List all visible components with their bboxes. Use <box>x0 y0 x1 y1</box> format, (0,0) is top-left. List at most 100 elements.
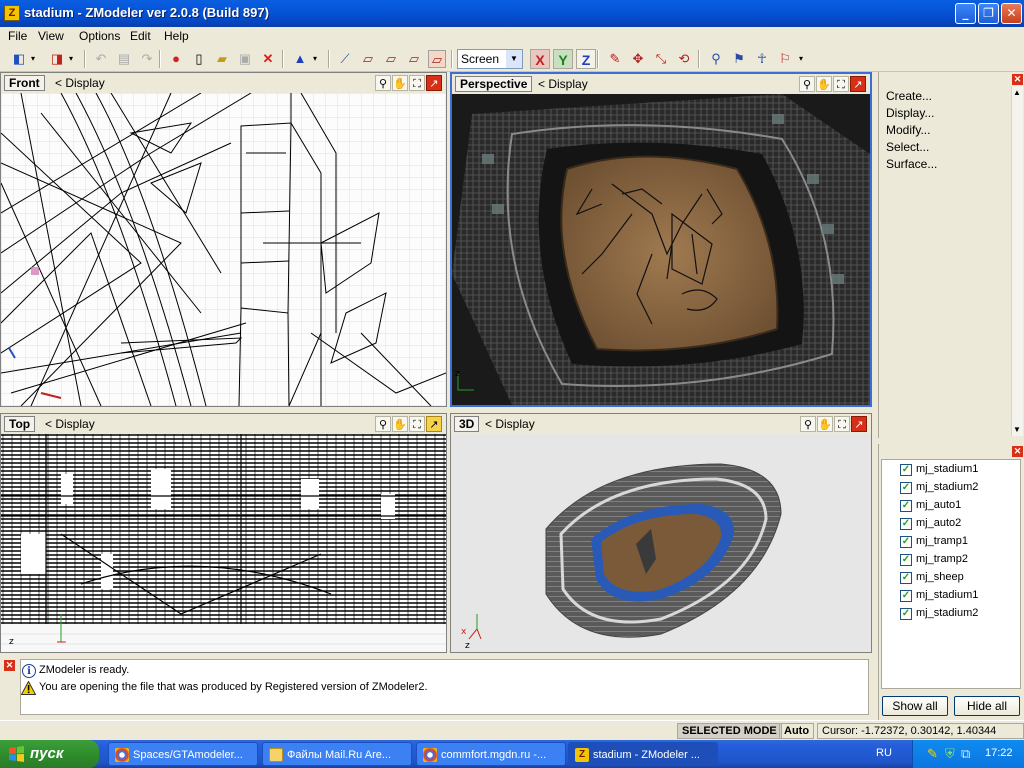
display-menu[interactable]: < Display <box>538 77 588 91</box>
hide-all-button[interactable]: Hide all <box>954 696 1020 716</box>
walk-icon[interactable]: ☥ <box>753 50 771 68</box>
clock[interactable]: 17:22 <box>985 747 1013 759</box>
visibility-checkbox[interactable]: ✓ <box>900 464 912 476</box>
close-button[interactable]: ✕ <box>1001 3 1022 24</box>
close-log-icon[interactable]: ✕ <box>4 660 15 671</box>
modify-command[interactable]: Modify... <box>886 123 930 137</box>
move-icon[interactable]: ✥ <box>629 50 647 68</box>
scroll-down-icon[interactable]: ▼ <box>1013 425 1021 434</box>
open-folder-icon[interactable]: ▰ <box>213 50 231 68</box>
rotate-icon[interactable]: ⟲ <box>675 50 693 68</box>
top-wireframe-canvas[interactable]: z <box>1 434 446 652</box>
chevron-down-icon[interactable]: ▾ <box>792 50 810 68</box>
vertex-icon[interactable]: ⟋ <box>336 50 354 68</box>
visibility-checkbox[interactable]: ✓ <box>900 608 912 620</box>
new-file-icon[interactable]: ▯ <box>190 50 208 68</box>
zoom-icon[interactable]: ⚲ <box>375 416 391 432</box>
display-menu[interactable]: < Display <box>55 76 105 90</box>
axis-y-button[interactable]: Y <box>553 49 573 69</box>
pan-hand-icon[interactable]: ✋ <box>816 76 832 92</box>
axis-x-button[interactable]: X <box>530 49 550 69</box>
maximize-viewport-icon[interactable]: ↗ <box>426 416 442 432</box>
axis-z-button[interactable]: Z <box>576 49 596 69</box>
box-select-icon[interactable]: ▱ <box>382 50 400 68</box>
display-menu[interactable]: < Display <box>485 417 535 431</box>
record-icon[interactable]: ● <box>167 50 185 68</box>
close-panel-icon[interactable]: ✕ <box>1012 446 1023 457</box>
taskbar-item-folder[interactable]: Файлы Mail.Ru Are... <box>262 742 412 766</box>
close-panel-icon[interactable]: ✕ <box>1012 74 1023 85</box>
top-viewport[interactable]: Top < Display ⚲ ✋ ⛶ ↗ z <box>0 413 447 653</box>
viewport-name-3d[interactable]: 3D <box>454 416 480 432</box>
zoom-extents-icon[interactable]: ⛶ <box>409 75 425 91</box>
taskbar-item-commfort[interactable]: commfort.mgdn.ru -... <box>416 742 566 766</box>
maximize-viewport-icon[interactable]: ↗ <box>426 75 442 91</box>
box-active-icon[interactable]: ▱ <box>428 50 446 68</box>
zoom-icon[interactable]: ⚲ <box>800 416 816 432</box>
maximize-viewport-icon[interactable]: ↗ <box>851 416 867 432</box>
show-all-button[interactable]: Show all <box>882 696 948 716</box>
surface-command[interactable]: Surface... <box>886 157 937 171</box>
menu-options[interactable]: Options <box>79 29 120 43</box>
menu-file[interactable]: File <box>8 29 27 43</box>
link-icon[interactable]: ⚲ <box>707 50 725 68</box>
maximize-viewport-icon[interactable]: ↗ <box>850 76 866 92</box>
perspective-render-canvas[interactable]: z <box>452 94 870 405</box>
viewport-name-front[interactable]: Front <box>4 75 45 91</box>
undo-icon[interactable]: ↶ <box>92 50 110 68</box>
front-viewport[interactable]: Front < Display ⚲ ✋ ⛶ ↗ <box>0 72 447 407</box>
start-button[interactable]: пуск <box>0 740 99 768</box>
menu-help[interactable]: Help <box>164 29 189 43</box>
pan-hand-icon[interactable]: ✋ <box>392 75 408 91</box>
chevron-down-icon[interactable]: ▼ <box>506 50 522 68</box>
taskbar-item-browser[interactable]: Spaces/GTAmodeler... <box>108 742 258 766</box>
chevron-down-icon[interactable]: ▾ <box>62 50 80 68</box>
zoom-extents-icon[interactable]: ⛶ <box>833 76 849 92</box>
pin-icon[interactable]: ⚑ <box>730 50 748 68</box>
front-wireframe-canvas[interactable] <box>1 92 446 406</box>
viewport-name-perspective[interactable]: Perspective <box>455 76 533 92</box>
redo-icon[interactable]: ↷ <box>138 50 156 68</box>
perspective-viewport[interactable]: Perspective < Display ⚲ ✋ ⛶ ↗ z <box>450 72 872 407</box>
zoom-icon[interactable]: ⚲ <box>799 76 815 92</box>
visibility-checkbox[interactable]: ✓ <box>900 482 912 494</box>
menu-view[interactable]: View <box>38 29 64 43</box>
select-command[interactable]: Select... <box>886 140 929 154</box>
create-command[interactable]: Create... <box>886 89 932 103</box>
3d-viewport[interactable]: 3D < Display ⚲ ✋ ⛶ ↗ x z <box>450 413 872 653</box>
visibility-checkbox[interactable]: ✓ <box>900 590 912 602</box>
zoom-extents-icon[interactable]: ⛶ <box>409 416 425 432</box>
visibility-checkbox[interactable]: ✓ <box>900 518 912 530</box>
box-edit-icon[interactable]: ▱ <box>405 50 423 68</box>
zoom-extents-icon[interactable]: ⛶ <box>834 416 850 432</box>
chevron-down-icon[interactable]: ▾ <box>306 50 324 68</box>
pan-hand-icon[interactable]: ✋ <box>817 416 833 432</box>
scroll-up-icon[interactable]: ▲ <box>1013 88 1021 97</box>
visibility-checkbox[interactable]: ✓ <box>900 536 912 548</box>
maximize-button[interactable]: ❐ <box>978 3 999 24</box>
visibility-checkbox[interactable]: ✓ <box>900 500 912 512</box>
delete-icon[interactable]: ✕ <box>259 50 277 68</box>
save-disk-icon[interactable]: ▣ <box>236 50 254 68</box>
display-menu[interactable]: < Display <box>45 417 95 431</box>
coordinate-space-select[interactable]: Screen ▼ <box>457 49 523 69</box>
network-icon[interactable]: ⧉ <box>961 746 970 762</box>
viewport-name-top[interactable]: Top <box>4 416 36 432</box>
visibility-checkbox[interactable]: ✓ <box>900 554 912 566</box>
scale-icon[interactable]: ⤡ <box>652 50 670 68</box>
box-icon[interactable]: ▱ <box>359 50 377 68</box>
zoom-icon[interactable]: ⚲ <box>375 75 391 91</box>
paste-icon[interactable]: ▤ <box>115 50 133 68</box>
pan-hand-icon[interactable]: ✋ <box>392 416 408 432</box>
taskbar-item-zmodeler[interactable]: Zstadium - ZModeler ... <box>568 742 718 766</box>
shield-icon[interactable]: ⛨ <box>945 746 955 762</box>
visibility-checkbox[interactable]: ✓ <box>900 572 912 584</box>
language-indicator[interactable]: RU <box>876 747 892 759</box>
minimize-button[interactable]: _ <box>955 3 976 24</box>
3d-render-canvas[interactable]: x z <box>451 434 871 652</box>
display-command[interactable]: Display... <box>886 106 934 120</box>
command-panel-scrollbar[interactable]: ▲ ▼ <box>1011 86 1023 436</box>
menu-edit[interactable]: Edit <box>130 29 151 43</box>
pen-icon[interactable]: ✎ <box>927 746 938 762</box>
paint-icon[interactable]: ✎ <box>606 50 624 68</box>
